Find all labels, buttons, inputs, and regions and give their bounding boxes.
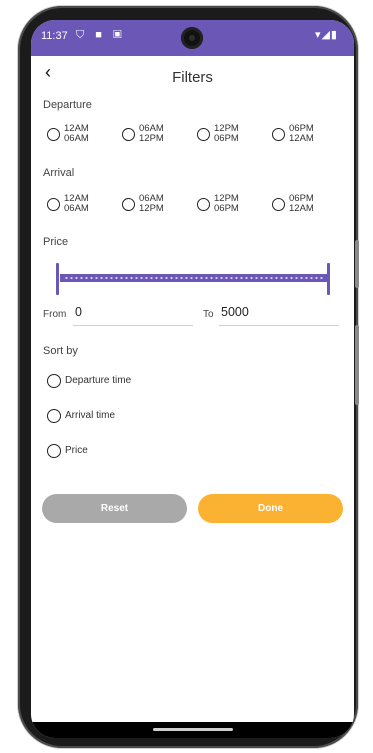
phone-screen: 11:37 ⛉ ■ ▣ ▾◢▮ ‹ Filters Departure 12AM… (31, 20, 354, 738)
radio-circle-icon[interactable] (47, 128, 60, 141)
front-camera (181, 27, 203, 49)
from-price-input[interactable]: 0 (73, 305, 193, 326)
page-title: Filters (172, 69, 213, 86)
departure-label: Departure (43, 99, 92, 111)
home-indicator[interactable] (153, 728, 233, 731)
radio-text: 06PM 12AM (289, 193, 314, 214)
radio-circle-icon[interactable] (272, 128, 285, 141)
radio-circle-icon[interactable] (47, 374, 61, 388)
departure-options: 12AM 06AM 06AM 12PM 12PM 06PM 06PM 12AM (43, 124, 343, 148)
radio-circle-icon[interactable] (122, 198, 135, 211)
radio-circle-icon[interactable] (47, 198, 60, 211)
sort-option-price[interactable]: Price (43, 442, 243, 462)
app-bar: ‹ Filters (31, 56, 354, 98)
to-label: To (203, 309, 214, 320)
radio-circle-icon[interactable] (197, 128, 210, 141)
done-button[interactable]: Done (198, 494, 343, 523)
sort-option-label: Departure time (65, 375, 132, 386)
slider-min-thumb[interactable] (56, 263, 59, 295)
from-label: From (43, 309, 67, 320)
arrival-label: Arrival (43, 167, 75, 179)
sort-by-label: Sort by (43, 345, 78, 357)
sort-option-label: Price (65, 445, 88, 456)
radio-text: 12PM 06PM (214, 193, 239, 214)
radio-text: 06AM 12PM (139, 193, 164, 214)
power-button (355, 325, 359, 405)
navigation-bar (31, 722, 354, 738)
radio-text: 06PM 12AM (289, 123, 314, 144)
sort-option-label: Arrival time (65, 410, 116, 421)
status-bar: 11:37 ⛉ ■ ▣ ▾◢▮ (31, 20, 354, 56)
arrival-options: 12AM 06AM 06AM 12PM 12PM 06PM 06PM 12AM (43, 194, 343, 218)
slider-max-thumb[interactable] (327, 263, 330, 295)
radio-circle-icon[interactable] (272, 198, 285, 211)
radio-text: 12PM 06PM (214, 123, 239, 144)
radio-text: 12AM 06AM (64, 123, 89, 144)
status-time: 11:37 (41, 30, 68, 42)
radio-text: 06AM 12PM (139, 123, 164, 144)
signal-battery-icon: ▾◢▮ (314, 29, 338, 41)
slider-track-ticks (64, 277, 324, 279)
notification-icons: ⛉ ■ ▣ (76, 29, 126, 41)
to-price-input[interactable]: 5000 (219, 305, 339, 326)
radio-circle-icon[interactable] (122, 128, 135, 141)
radio-circle-icon[interactable] (47, 444, 61, 458)
price-label: Price (43, 236, 69, 248)
radio-circle-icon[interactable] (47, 409, 61, 423)
sort-option-arrival-time[interactable]: Arrival time (43, 407, 243, 427)
radio-text: 12AM 06AM (64, 193, 89, 214)
volume-button (355, 240, 359, 288)
price-range-row: From 0 To 5000 (43, 305, 343, 329)
sort-option-departure-time[interactable]: Departure time (43, 372, 243, 392)
radio-circle-icon[interactable] (197, 198, 210, 211)
reset-button[interactable]: Reset (42, 494, 187, 523)
price-range-slider[interactable] (56, 263, 330, 295)
